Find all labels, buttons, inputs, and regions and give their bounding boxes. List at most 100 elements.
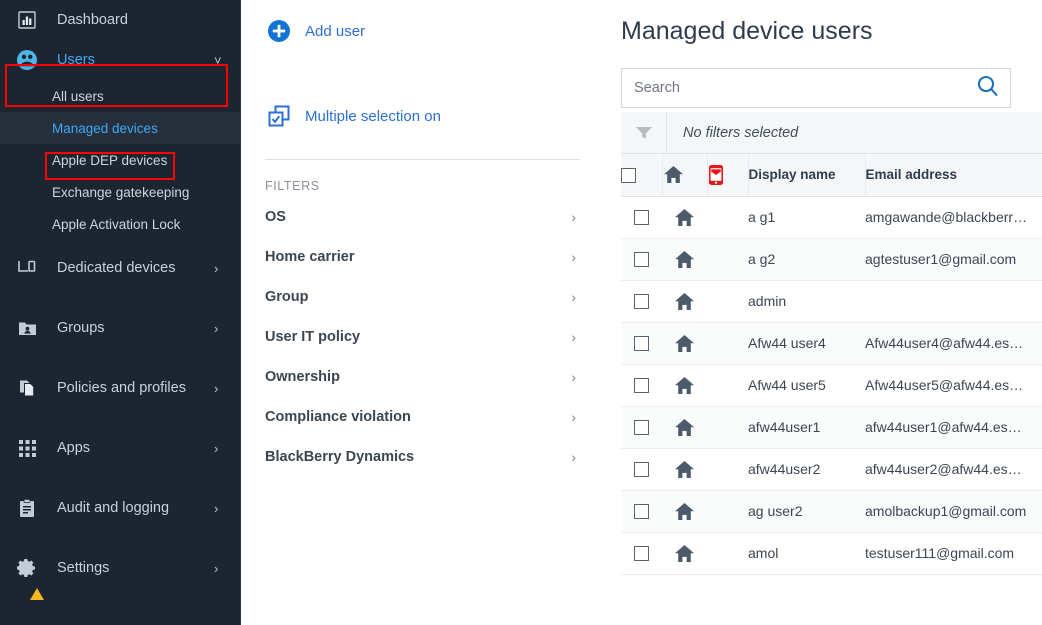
- chevron-down-icon: ˅: [214, 52, 222, 68]
- funnel-icon: [621, 111, 667, 154]
- sidebar-item-label: Settings: [57, 560, 110, 576]
- search-input[interactable]: [634, 80, 976, 96]
- row-display-name: ag user2: [748, 490, 865, 533]
- chevron-right-icon: ›: [571, 329, 576, 345]
- row-email-address: [865, 280, 1042, 323]
- filter-label: Compliance violation: [265, 409, 411, 425]
- table-row[interactable]: Afw44 user5 Afw44user5@afw44.es…: [621, 364, 1042, 407]
- column-select-all[interactable]: [621, 154, 663, 197]
- filter-home-carrier[interactable]: Home carrier ›: [265, 237, 580, 277]
- row-checkbox[interactable]: [634, 210, 649, 226]
- filter-compliance-violation[interactable]: Compliance violation ›: [265, 397, 580, 437]
- row-email-address: Afw44user5@afw44.es…: [865, 364, 1042, 407]
- row-checkbox[interactable]: [634, 420, 649, 436]
- sidebar-subitem-apple-activation-lock[interactable]: Apple Activation Lock: [0, 208, 240, 240]
- row-display-name: admin: [748, 280, 865, 323]
- filter-status-bar[interactable]: No filters selected: [621, 111, 1042, 154]
- row-home-cell: [662, 322, 707, 365]
- search-box[interactable]: [621, 68, 1011, 108]
- sidebar-subitem-apple-dep-devices[interactable]: Apple DEP devices: [0, 144, 240, 176]
- filter-ownership[interactable]: Ownership ›: [265, 357, 580, 397]
- row-select-cell[interactable]: [621, 364, 662, 407]
- row-device-cell: [707, 364, 748, 407]
- chevron-right-icon: ›: [571, 209, 576, 225]
- filter-label: User IT policy: [265, 329, 361, 345]
- column-display-name[interactable]: Display name: [748, 154, 866, 197]
- select-all-checkbox[interactable]: [621, 167, 636, 183]
- row-home-cell: [662, 364, 707, 407]
- clipboard-icon: [14, 497, 40, 519]
- sidebar-item-audit-and-logging[interactable]: Audit and logging ›: [0, 488, 240, 528]
- filter-user-it-policy[interactable]: User IT policy ›: [265, 317, 580, 357]
- row-select-cell[interactable]: [621, 532, 662, 575]
- sidebar-item-dedicated-devices[interactable]: Dedicated devices ›: [0, 248, 240, 288]
- sidebar-item-settings[interactable]: Settings ›: [0, 548, 240, 588]
- filter-label: Home carrier: [265, 249, 355, 265]
- row-select-cell[interactable]: [621, 406, 662, 449]
- filter-label: BlackBerry Dynamics: [265, 449, 415, 465]
- table-row[interactable]: a g2 agtestuser1@gmail.com: [621, 238, 1042, 281]
- gear-icon: [14, 557, 40, 579]
- row-select-cell[interactable]: [621, 322, 662, 365]
- row-display-name: Afw44 user4: [748, 322, 865, 365]
- page-title: Managed device users: [621, 17, 873, 45]
- home-icon: [674, 250, 695, 268]
- row-device-cell: [707, 280, 748, 323]
- row-select-cell[interactable]: [621, 238, 662, 281]
- sidebar-subitem-managed-devices[interactable]: Managed devices: [0, 112, 240, 144]
- home-icon: [674, 334, 695, 352]
- sidebar-subitem-label: Apple Activation Lock: [52, 216, 181, 232]
- sidebar-subitem-label: Apple DEP devices: [52, 152, 168, 168]
- row-select-cell[interactable]: [621, 448, 662, 491]
- filter-label: Ownership: [265, 369, 340, 385]
- row-select-cell[interactable]: [621, 490, 662, 533]
- column-header-label: Display name: [748, 167, 836, 183]
- sidebar-item-groups[interactable]: Groups ›: [0, 308, 240, 348]
- table-row[interactable]: admin: [621, 280, 1042, 323]
- table-row[interactable]: afw44user2 afw44user2@afw44.es…: [621, 448, 1042, 491]
- sidebar-item-dashboard[interactable]: Dashboard: [0, 0, 240, 40]
- row-checkbox[interactable]: [634, 294, 649, 310]
- sidebar-subitem-all-users[interactable]: All users: [0, 80, 240, 112]
- row-checkbox[interactable]: [634, 336, 649, 352]
- row-email-address: Afw44user4@afw44.es…: [865, 322, 1042, 365]
- column-home[interactable]: [662, 154, 708, 197]
- table-row[interactable]: Afw44 user4 Afw44user4@afw44.es…: [621, 322, 1042, 365]
- row-checkbox[interactable]: [634, 504, 649, 520]
- filter-group[interactable]: Group ›: [265, 277, 580, 317]
- device-compliance-icon: [708, 164, 724, 185]
- apps-grid-icon: [14, 437, 40, 459]
- table-row[interactable]: amol testuser111@gmail.com: [621, 532, 1042, 575]
- row-checkbox[interactable]: [634, 462, 649, 478]
- row-home-cell: [662, 490, 707, 533]
- sidebar-item-label: Dedicated devices: [57, 260, 176, 276]
- table-row[interactable]: afw44user1 afw44user1@afw44.es…: [621, 406, 1042, 449]
- filter-os[interactable]: OS ›: [265, 197, 580, 237]
- filter-status-text: No filters selected: [683, 124, 799, 141]
- sidebar-subitem-label: All users: [52, 88, 104, 104]
- table-row[interactable]: ag user2 amolbackup1@gmail.com: [621, 490, 1042, 533]
- add-user-button[interactable]: Add user: [265, 16, 580, 46]
- home-icon: [674, 376, 695, 394]
- column-device-compliance[interactable]: [707, 154, 749, 197]
- sidebar-item-policies-and-profiles[interactable]: Policies and profiles ›: [0, 368, 240, 408]
- sidebar-item-apps[interactable]: Apps ›: [0, 428, 240, 468]
- column-email-address[interactable]: Email address: [865, 154, 1042, 197]
- filter-blackberry-dynamics[interactable]: BlackBerry Dynamics ›: [265, 437, 580, 477]
- sidebar-subitem-exchange-gatekeeping[interactable]: Exchange gatekeeping: [0, 176, 240, 208]
- row-select-cell[interactable]: [621, 280, 662, 323]
- row-select-cell[interactable]: [621, 196, 662, 239]
- row-checkbox[interactable]: [634, 252, 649, 268]
- table-row[interactable]: a g1 amgawande@blackberr…: [621, 196, 1042, 239]
- multiple-selection-toggle[interactable]: Multiple selection on: [265, 101, 580, 131]
- sidebar-item-users[interactable]: Users ˅: [0, 40, 240, 80]
- sidebar-item-label: Audit and logging: [57, 500, 170, 516]
- row-checkbox[interactable]: [634, 546, 649, 562]
- row-display-name: a g2: [748, 238, 865, 281]
- app-root: Dashboard Users ˅ All users Managed devi…: [0, 0, 1042, 625]
- row-home-cell: [662, 196, 707, 239]
- home-icon: [674, 208, 695, 226]
- table-header: Display name Email address: [621, 154, 1042, 197]
- row-checkbox[interactable]: [634, 378, 649, 394]
- search-icon[interactable]: [976, 74, 1000, 103]
